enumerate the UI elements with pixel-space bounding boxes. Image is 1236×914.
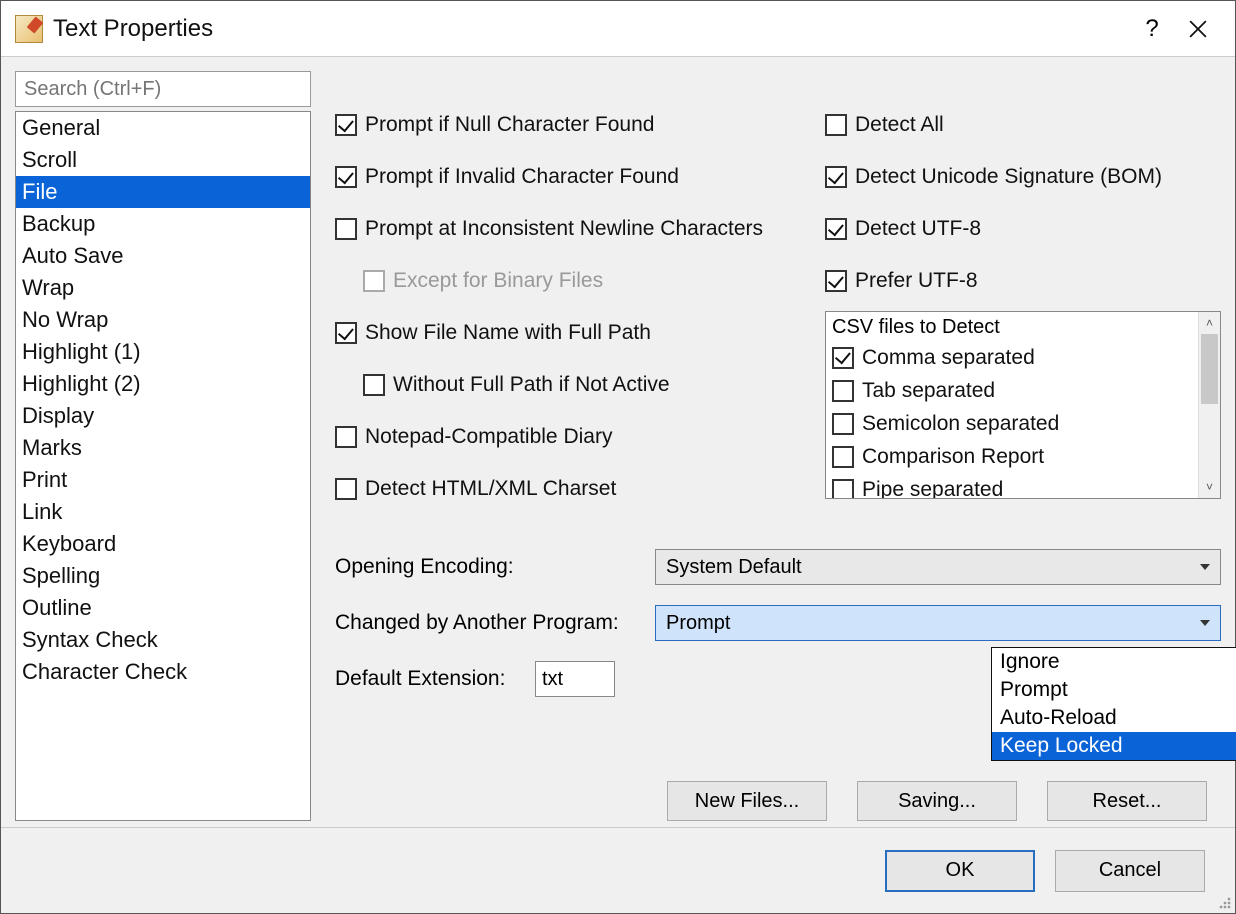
category-item[interactable]: Display — [16, 400, 310, 432]
category-item[interactable]: Wrap — [16, 272, 310, 304]
dropdown-option[interactable]: Ignore — [992, 648, 1236, 676]
checkbox[interactable] — [335, 322, 357, 344]
chevron-down-icon — [1200, 620, 1210, 626]
checkbox[interactable] — [825, 270, 847, 292]
category-item[interactable]: Marks — [16, 432, 310, 464]
category-item[interactable]: Highlight (2) — [16, 368, 310, 400]
checkbox-label: Detect Unicode Signature (BOM) — [855, 165, 1162, 189]
csv-item-label: Comparison Report — [862, 445, 1044, 469]
category-item[interactable]: General — [16, 112, 310, 144]
checkbox[interactable] — [825, 166, 847, 188]
checkbox[interactable] — [825, 114, 847, 136]
checkbox-label: Prompt if Invalid Character Found — [365, 165, 679, 189]
checkbox[interactable] — [335, 426, 357, 448]
checkbox[interactable] — [832, 413, 854, 435]
cancel-button[interactable]: Cancel — [1055, 850, 1205, 892]
category-item[interactable]: Auto Save — [16, 240, 310, 272]
category-item[interactable]: Syntax Check — [16, 624, 310, 656]
close-icon — [1189, 20, 1207, 38]
checkbox[interactable] — [335, 114, 357, 136]
ok-button[interactable]: OK — [885, 850, 1035, 892]
checkbox[interactable] — [832, 446, 854, 468]
csv-detect-list[interactable]: CSV files to Detect Comma separated Tab s… — [825, 311, 1221, 499]
dropdown-option[interactable]: Auto-Reload — [992, 704, 1236, 732]
dropdown-option[interactable]: Keep Locked — [992, 732, 1236, 760]
dropdown-option[interactable]: Prompt — [992, 676, 1236, 704]
checkbox-label: Detect HTML/XML Charset — [365, 477, 616, 501]
checkbox[interactable] — [832, 380, 854, 402]
checkbox-label: Prompt if Null Character Found — [365, 113, 654, 137]
reset-button[interactable]: Reset... — [1047, 781, 1207, 821]
csv-header: CSV files to Detect — [832, 316, 1192, 339]
category-item[interactable]: Outline — [16, 592, 310, 624]
category-item[interactable]: Spelling — [16, 560, 310, 592]
saving-button[interactable]: Saving... — [857, 781, 1017, 821]
csv-item-label: Pipe separated — [862, 478, 1003, 499]
changed-by-combo[interactable]: Prompt — [655, 605, 1221, 641]
opening-encoding-label: Opening Encoding: — [335, 555, 655, 579]
csv-item-label: Comma separated — [862, 346, 1035, 370]
checkbox-label: Detect UTF-8 — [855, 217, 981, 241]
opening-encoding-value: System Default — [666, 556, 802, 579]
window-title: Text Properties — [53, 15, 213, 43]
changed-by-dropdown[interactable]: IgnorePromptAuto-ReloadKeep Locked — [991, 647, 1236, 761]
search-input[interactable] — [15, 71, 311, 107]
changed-by-value: Prompt — [666, 612, 730, 635]
app-icon — [15, 15, 43, 43]
scrollbar[interactable]: ˄ ˅ — [1198, 312, 1220, 498]
csv-item-label: Tab separated — [862, 379, 995, 403]
changed-by-label: Changed by Another Program: — [335, 611, 655, 635]
checkbox[interactable] — [335, 218, 357, 240]
checkbox[interactable] — [363, 374, 385, 396]
checkbox-label: Detect All — [855, 113, 944, 137]
scroll-thumb[interactable] — [1201, 334, 1218, 404]
checkbox-label: Show File Name with Full Path — [365, 321, 651, 345]
checkbox-label: Prefer UTF-8 — [855, 269, 978, 293]
csv-item-label: Semicolon separated — [862, 412, 1059, 436]
checkbox-label: Notepad-Compatible Diary — [365, 425, 612, 449]
category-list[interactable]: GeneralScrollFileBackupAuto SaveWrapNo W… — [15, 111, 311, 821]
category-item[interactable]: Highlight (1) — [16, 336, 310, 368]
help-button[interactable]: ? — [1129, 9, 1175, 49]
category-item[interactable]: No Wrap — [16, 304, 310, 336]
title-bar: Text Properties ? — [1, 1, 1235, 57]
checkbox[interactable] — [335, 166, 357, 188]
opening-encoding-combo[interactable]: System Default — [655, 549, 1221, 585]
checkbox-label: Except for Binary Files — [393, 269, 603, 293]
category-item[interactable]: Keyboard — [16, 528, 310, 560]
checkbox[interactable] — [832, 479, 854, 499]
checkbox[interactable] — [825, 218, 847, 240]
new-files-button[interactable]: New Files... — [667, 781, 827, 821]
category-item[interactable]: Backup — [16, 208, 310, 240]
category-item[interactable]: File — [16, 176, 310, 208]
checkbox[interactable] — [335, 478, 357, 500]
checkbox[interactable] — [832, 347, 854, 369]
chevron-down-icon — [1200, 564, 1210, 570]
category-item[interactable]: Link — [16, 496, 310, 528]
checkbox-label: Without Full Path if Not Active — [393, 373, 670, 397]
scroll-up-button[interactable]: ˄ — [1199, 312, 1220, 334]
checkbox — [363, 270, 385, 292]
category-item[interactable]: Scroll — [16, 144, 310, 176]
close-button[interactable] — [1175, 9, 1221, 49]
resize-grip[interactable] — [1217, 895, 1233, 911]
scroll-down-button[interactable]: ˅ — [1199, 476, 1220, 498]
category-item[interactable]: Character Check — [16, 656, 310, 688]
checkbox-label: Prompt at Inconsistent Newline Character… — [365, 217, 763, 241]
category-item[interactable]: Print — [16, 464, 310, 496]
default-ext-input[interactable] — [535, 661, 615, 697]
